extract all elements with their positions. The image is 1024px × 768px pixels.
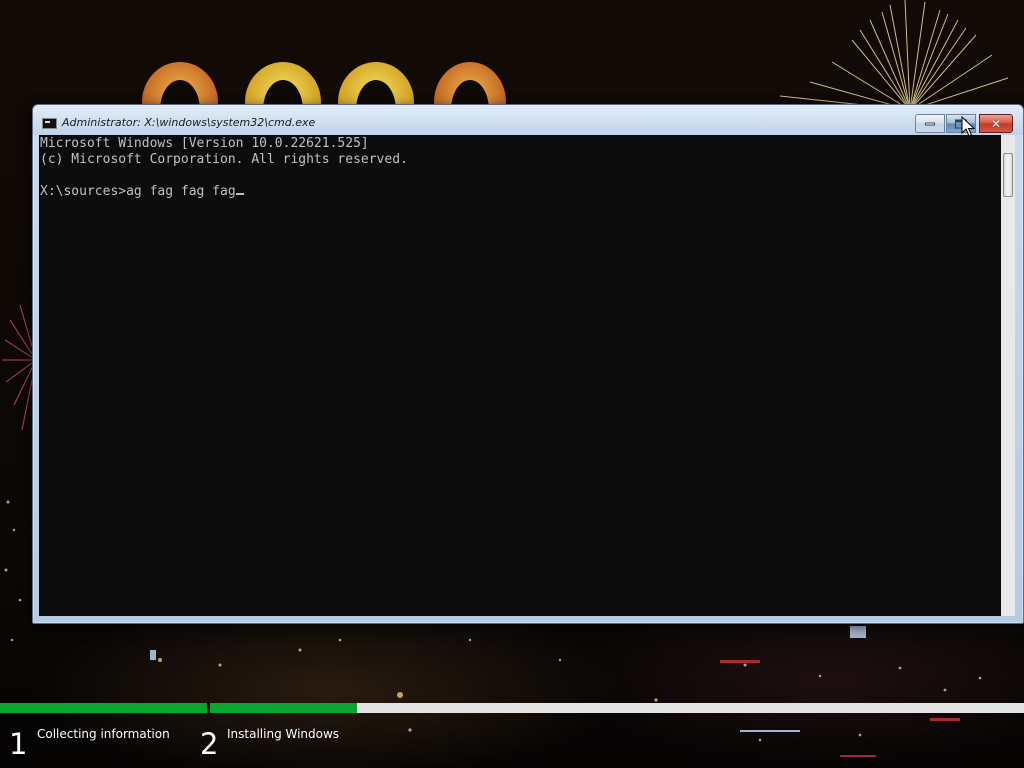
close-icon: ✕	[990, 116, 1002, 131]
setup-progress-bar	[0, 703, 1024, 713]
desktop-background: Administrator: X:\windows\system32\cmd.e…	[0, 0, 1024, 768]
console-prompt-line[interactable]: X:\sources>ag fag fag fag	[40, 184, 244, 200]
step-label-installing: Installing Windows	[227, 727, 340, 741]
cmd-icon[interactable]	[42, 118, 57, 129]
title-bar[interactable]: Administrator: X:\windows\system32\cmd.e…	[33, 105, 1023, 135]
console-line-version: Microsoft Windows [Version 10.0.22621.52…	[40, 136, 369, 151]
close-button[interactable]: ✕	[979, 114, 1013, 133]
minimize-button[interactable]	[915, 114, 945, 133]
progress-segment-installing	[210, 703, 357, 713]
step-number: 1	[9, 727, 28, 761]
scrollbar-thumb[interactable]	[1003, 153, 1013, 197]
step-number: 2	[200, 727, 219, 761]
console-line-copyright: (c) Microsoft Corporation. All rights re…	[40, 152, 408, 167]
mouse-pointer-icon	[961, 116, 975, 137]
console-output[interactable]: Microsoft Windows [Version 10.0.22621.52…	[39, 135, 1001, 616]
console-prompt-input[interactable]: X:\sources>ag fag fag fag	[40, 184, 236, 199]
step-label-collecting: Collecting information	[37, 727, 170, 741]
progress-segment-collecting	[0, 703, 207, 713]
text-cursor	[235, 193, 244, 195]
minimize-icon	[925, 122, 935, 125]
vertical-scrollbar[interactable]	[1001, 135, 1015, 616]
fireworks-decoration	[759, 0, 1009, 110]
window-title: Administrator: X:\windows\system32\cmd.e…	[62, 116, 316, 129]
cmd-window[interactable]: Administrator: X:\windows\system32\cmd.e…	[32, 104, 1024, 624]
